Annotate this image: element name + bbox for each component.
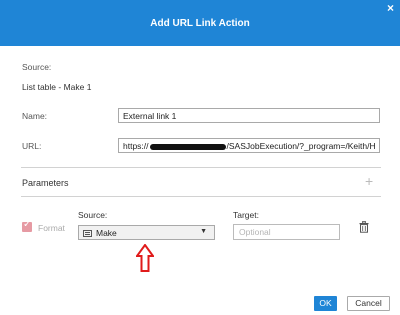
- parameter-source-label: Source:: [78, 210, 108, 220]
- close-icon[interactable]: ×: [387, 1, 394, 15]
- cancel-button[interactable]: Cancel: [347, 296, 390, 311]
- url-suffix: /SASJobExecution/?_program=/Keith/H: [226, 141, 376, 151]
- url-label: URL:: [22, 141, 42, 151]
- parameter-source-select[interactable]: Make ▼: [78, 225, 215, 240]
- url-input[interactable]: https:// /SASJobExecution/?_program=/Keit…: [118, 138, 380, 153]
- dialog-title: Add URL Link Action: [150, 18, 250, 29]
- annotation-arrow-icon: [136, 244, 154, 272]
- section-divider: [21, 167, 381, 168]
- format-checkbox[interactable]: [22, 219, 32, 232]
- add-parameter-icon[interactable]: +: [365, 173, 373, 189]
- parameters-title: Parameters: [22, 178, 69, 188]
- delete-parameter-icon[interactable]: [359, 221, 369, 233]
- redaction-mark: [149, 143, 226, 150]
- source-label: Source:: [22, 62, 52, 72]
- url-prefix: https://: [123, 141, 149, 151]
- section-divider: [21, 196, 381, 197]
- format-label: Format: [38, 223, 65, 233]
- dialog-title-bar: Add URL Link Action ×: [0, 0, 400, 46]
- name-input[interactable]: External link 1: [118, 108, 380, 123]
- parameter-source-value: Make: [96, 228, 117, 238]
- dropdown-caret-icon: ▼: [200, 228, 207, 235]
- data-item-icon: [83, 230, 92, 237]
- ok-button[interactable]: OK: [314, 296, 337, 311]
- parameter-target-input[interactable]: Optional: [233, 224, 340, 240]
- source-value: List table - Make 1: [22, 82, 92, 92]
- parameter-target-label: Target:: [233, 210, 259, 220]
- name-label: Name:: [22, 111, 48, 121]
